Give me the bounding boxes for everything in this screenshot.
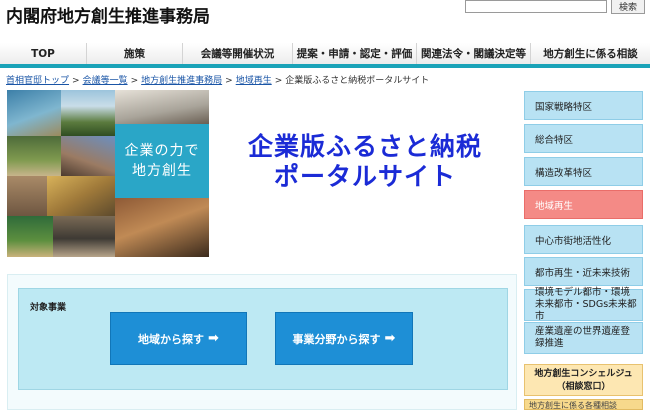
house-photo bbox=[53, 216, 115, 257]
search-by-region-label: 地域から探す bbox=[138, 332, 205, 346]
nav-item-laws[interactable]: 関連法令・閣議決定等 bbox=[416, 43, 530, 64]
nav-item-policies[interactable]: 施策 bbox=[86, 43, 182, 64]
banner-title-line1: 企業版ふるさと納税 bbox=[247, 132, 482, 161]
field-photo bbox=[7, 136, 61, 176]
concierge-sublabel: （相談窓口） bbox=[556, 382, 611, 392]
banner-caption: 企業の力で 地方創生 bbox=[115, 124, 209, 198]
concierge-label: 地方創生コンシェルジュ bbox=[534, 369, 633, 379]
sidebar-item-environment-model-city[interactable]: 環境モデル都市・環境未来都市・SDGs未来都市 bbox=[524, 287, 643, 322]
breadcrumb-separator: > bbox=[130, 76, 139, 86]
search-input[interactable] bbox=[465, 0, 607, 13]
search-by-field-button[interactable]: 事業分野から探す ➡ bbox=[275, 312, 413, 365]
nav-item-top[interactable]: TOP bbox=[0, 43, 86, 64]
banner-title: 企業版ふるさと納税 ポータルサイト bbox=[213, 132, 517, 192]
nav-item-proposals[interactable]: 提案・申請・認定・評価 bbox=[292, 43, 416, 64]
harvest-photo bbox=[47, 176, 115, 216]
target-project-label: 対象事業 bbox=[30, 303, 67, 313]
nav-item-meetings[interactable]: 会議等開催状況 bbox=[182, 43, 292, 64]
site-title[interactable]: 内閣府地方創生推進事務局 bbox=[6, 2, 210, 27]
sidebar-item-regional-revitalization[interactable]: 地域再生 bbox=[524, 190, 643, 219]
breadcrumb-link-regional-revitalization[interactable]: 地域再生 bbox=[236, 76, 272, 86]
search-by-region-button[interactable]: 地域から探す ➡ bbox=[110, 312, 247, 365]
nav-item-consultation[interactable]: 地方創生に係る相談 bbox=[530, 43, 650, 64]
sidebar-item-comprehensive-zone[interactable]: 総合特区 bbox=[524, 124, 643, 153]
banner-caption-line1: 企業の力で bbox=[124, 143, 200, 159]
photo-collage: 企業の力で 地方創生 bbox=[7, 90, 209, 257]
mountain-photo bbox=[61, 90, 115, 136]
sidebar-item-consultation[interactable]: 地方創生に係る各種相談 bbox=[524, 399, 643, 410]
banner-title-line2: ポータルサイト bbox=[273, 162, 456, 191]
breadcrumb-link-kantei-top[interactable]: 首相官邸トップ bbox=[6, 76, 69, 86]
breadcrumb: 首相官邸トップ > 会議等一覧 > 地方創生推進事務局 > 地域再生 > 企業版ふるさと納税ポー… bbox=[6, 73, 429, 86]
river-photo bbox=[7, 90, 61, 136]
arrow-right-icon: ➡ bbox=[384, 331, 396, 346]
search-by-field-label: 事業分野から探す bbox=[292, 332, 381, 346]
breadcrumb-link-secretariat[interactable]: 地方創生推進事務局 bbox=[141, 76, 222, 86]
target-project-panel bbox=[18, 288, 508, 390]
concierge-button[interactable]: 地方創生コンシェルジュ （相談窓口） bbox=[524, 364, 643, 396]
people-photo bbox=[115, 90, 209, 124]
banner-caption-line2: 地方創生 bbox=[132, 163, 192, 179]
arrow-right-icon: ➡ bbox=[208, 331, 219, 346]
breadcrumb-separator: > bbox=[274, 76, 283, 86]
sidebar-item-national-strategic-zone[interactable]: 国家戦略特区 bbox=[524, 91, 643, 120]
sidebar-item-industrial-heritage[interactable]: 産業遺産の世界遺産登録推進 bbox=[524, 322, 643, 354]
breadcrumb-current: 企業版ふるさと納税ポータルサイト bbox=[285, 76, 430, 86]
breadcrumb-separator: > bbox=[225, 76, 233, 86]
sidebar-item-urban-renaissance[interactable]: 都市再生・近未来技術 bbox=[524, 257, 643, 286]
portal-banner: 企業の力で 地方創生 企業版ふるさと納税 ポータルサイト bbox=[7, 90, 517, 257]
festival-photo bbox=[61, 136, 115, 176]
children-photo bbox=[7, 216, 53, 257]
sidebar-item-structural-reform-zone[interactable]: 構造改革特区 bbox=[524, 157, 643, 186]
search-button[interactable]: 検索 bbox=[611, 0, 645, 14]
craft-photo bbox=[7, 176, 47, 216]
global-nav: TOP 施策 会議等開催状況 提案・申請・認定・評価 関連法令・閣議決定等 地方… bbox=[0, 43, 650, 68]
breadcrumb-separator: > bbox=[72, 76, 80, 86]
sidebar-item-city-center-revitalization[interactable]: 中心市街地活性化 bbox=[524, 225, 643, 254]
breadcrumb-link-meetings[interactable]: 会議等一覧 bbox=[83, 76, 128, 86]
pottery-photo bbox=[115, 198, 209, 257]
